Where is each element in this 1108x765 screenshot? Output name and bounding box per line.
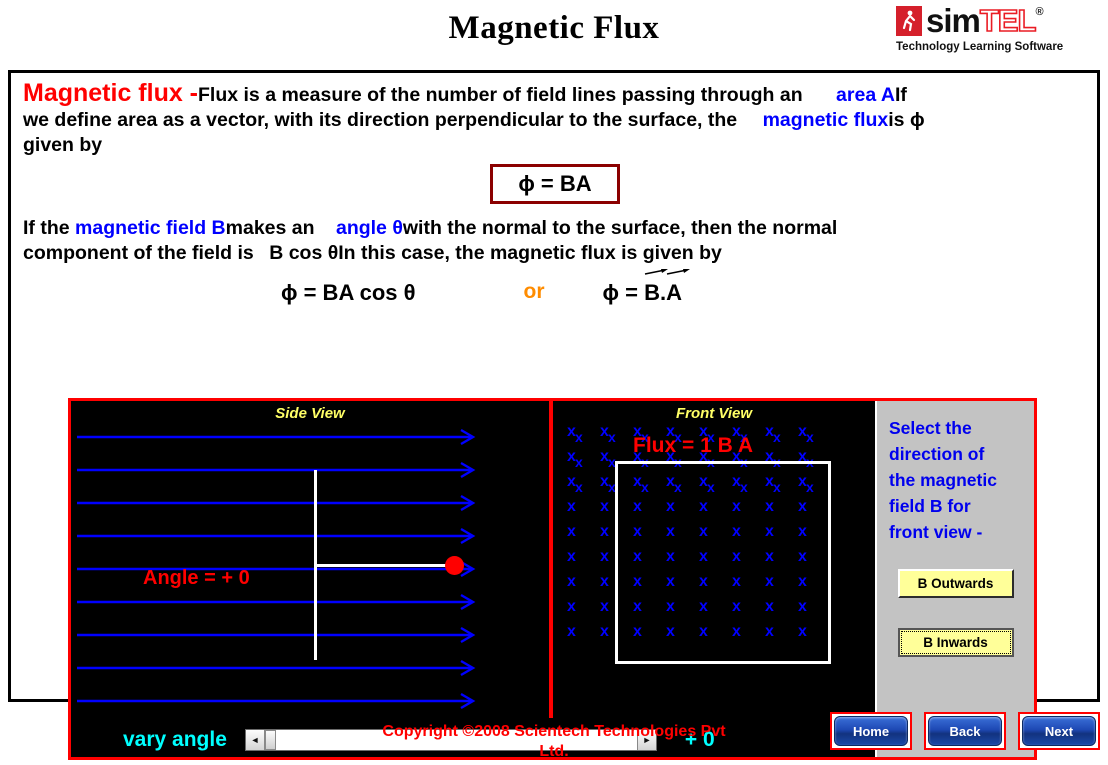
vector-A-label: A xyxy=(666,280,683,305)
prompt-line-3: the magnetic xyxy=(889,470,997,490)
home-button[interactable]: Home xyxy=(834,716,908,746)
field-marker-x-icon: x xyxy=(600,523,609,540)
lesson-line4-blue2: angle θ xyxy=(335,217,403,239)
lesson-term: Magnetic flux - xyxy=(23,79,199,107)
lesson-line2-b: is ϕ xyxy=(888,109,925,131)
vector-B-label: B xyxy=(644,280,661,305)
prompt-line-4: field B for xyxy=(889,496,971,516)
angle-readout: Angle = + 0 xyxy=(143,567,250,589)
equation-row: ϕ = BA cos θ or ϕ = B . A xyxy=(23,269,1087,306)
lesson-line4-a: If the xyxy=(23,217,70,239)
app-root: Magnetic Flux sim TEL ® Technology Learn… xyxy=(0,0,1108,765)
b-outwards-button[interactable]: B Outwards xyxy=(897,569,1014,598)
side-view-panel: Side View Angle = + 0 xyxy=(71,401,549,718)
side-view-field-lines xyxy=(77,428,476,710)
field-marker-x-icon: x xyxy=(600,573,609,590)
lesson-content-frame: Magnetic flux -Flux is a measure of the … xyxy=(8,70,1100,760)
lesson-line4-c: with the normal to the surface, then the… xyxy=(402,217,838,239)
lesson-line-5: component of the field is B cos θIn this… xyxy=(23,241,1087,266)
logo-wordmark: sim TEL ® xyxy=(896,2,1096,40)
prompt-line-5: front view - xyxy=(889,522,983,542)
field-marker-x-icon: x xyxy=(600,548,609,565)
lesson-line1-blue: area A xyxy=(836,84,895,106)
equation-or-label: or xyxy=(523,280,545,303)
copyright-line-1: Copyright ©2008 Scientech Technologies P… xyxy=(382,723,726,740)
b-inwards-button[interactable]: B Inwards xyxy=(897,628,1014,657)
vector-A: A xyxy=(666,269,691,306)
lesson-line4-blue1: magnetic field B xyxy=(75,217,226,239)
simtel-logo: sim TEL ® Technology Learning Software xyxy=(896,2,1096,56)
field-marker-x-icon: x xyxy=(575,454,583,470)
simulation-inner: Side View Angle = + 0 Front View xxxxxxx… xyxy=(71,401,1034,757)
lesson-text-block: Magnetic flux -Flux is a measure of the … xyxy=(11,73,1097,306)
field-marker-x-icon: x xyxy=(567,548,576,565)
registered-trademark-icon: ® xyxy=(1035,6,1044,18)
running-figure-icon xyxy=(902,10,916,32)
field-marker-x-icon: x xyxy=(567,623,576,640)
back-button[interactable]: Back xyxy=(928,716,1002,746)
equation-dot-prefix: ϕ = xyxy=(602,280,638,305)
field-marker-x-icon: x xyxy=(600,598,609,615)
lesson-line5-c: In this case, the magnetic flux is given… xyxy=(338,242,722,264)
back-button-box: Back xyxy=(924,712,1006,750)
field-marker-x-icon: x xyxy=(567,523,576,540)
lesson-line5-b: B cos θ xyxy=(269,242,339,264)
equation-flux-box: ϕ = BA xyxy=(490,164,620,204)
vector-B: B xyxy=(644,269,669,306)
field-direction-control-panel: Select the direction of the magnetic fie… xyxy=(875,401,1034,757)
field-marker-x-icon: x xyxy=(608,429,616,445)
lesson-line1-a: Flux is a measure of the number of field… xyxy=(198,84,803,106)
field-marker-x-icon: x xyxy=(773,429,781,445)
lesson-line4-b: makes an xyxy=(225,217,315,239)
navigation-buttons: Home Back Next xyxy=(830,712,1100,750)
normal-vector-handle[interactable] xyxy=(445,556,464,575)
logo-text-tel: TEL xyxy=(979,3,1037,38)
prompt-line-1: Select the xyxy=(889,418,972,438)
logo-figure-icon xyxy=(896,6,922,36)
front-view-panel: Front View xxxxxxxxxxxxxxxxxxxxxxxxxxxxx… xyxy=(553,401,875,718)
home-button-box: Home xyxy=(830,712,912,750)
lesson-line2-a: we define area as a vector, with its dir… xyxy=(23,109,738,131)
flux-readout: Flux = 1 B A xyxy=(633,434,754,457)
surface-area-square xyxy=(615,461,831,664)
lesson-line1-b: If xyxy=(894,84,907,106)
vector-arrow-icon xyxy=(644,269,669,275)
next-button-box: Next xyxy=(1018,712,1100,750)
logo-text-sim: sim xyxy=(926,2,981,39)
equation-flux-cos: ϕ = BA cos θ xyxy=(281,280,416,305)
field-direction-prompt: Select the direction of the magnetic fie… xyxy=(877,401,1034,545)
field-marker-x-icon: x xyxy=(806,429,814,445)
simulation-frame: Side View Angle = + 0 Front View xxxxxxx… xyxy=(68,398,1037,760)
lesson-line-4: If the magnetic field Bmakes an angle θw… xyxy=(23,216,1087,241)
lesson-line5-a: component of the field is xyxy=(23,242,254,264)
lesson-line-3: given by xyxy=(23,134,103,156)
lesson-line2-blue: magnetic flux xyxy=(762,109,889,131)
field-marker-x-icon: x xyxy=(567,498,576,515)
field-marker-x-icon: x xyxy=(600,498,609,515)
logo-tagline: Technology Learning Software xyxy=(896,41,1064,53)
next-button[interactable]: Next xyxy=(1022,716,1096,746)
field-marker-x-icon: x xyxy=(567,598,576,615)
vector-arrow-icon xyxy=(666,269,691,275)
lesson-line-1: Magnetic flux -Flux is a measure of the … xyxy=(23,81,1087,108)
equation-flux-dot: ϕ = B . A xyxy=(602,269,691,306)
prompt-line-2: direction of xyxy=(889,444,985,464)
field-marker-x-icon: x xyxy=(575,479,583,495)
field-marker-x-icon: x xyxy=(567,573,576,590)
lesson-line-2: we define area as a vector, with its dir… xyxy=(23,108,1087,133)
field-marker-x-icon: x xyxy=(575,429,583,445)
normal-vector-line xyxy=(314,564,449,567)
front-view-label: Front View xyxy=(675,405,753,422)
field-marker-x-icon: x xyxy=(600,623,609,640)
